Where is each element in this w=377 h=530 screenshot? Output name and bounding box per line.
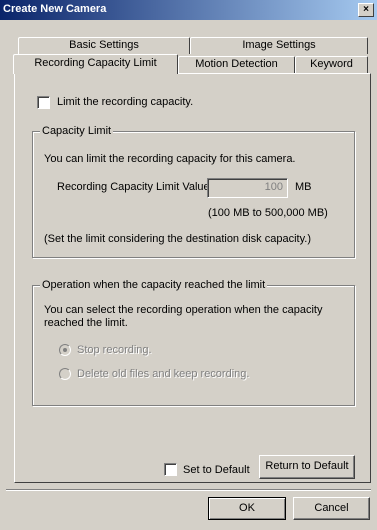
capacity-limit-group-title: Capacity Limit: [40, 125, 114, 137]
tab-keyword[interactable]: Keyword: [295, 56, 368, 73]
tab-label: Motion Detection: [195, 58, 278, 70]
limit-capacity-checkbox[interactable]: [37, 96, 50, 109]
close-icon: ×: [363, 4, 369, 15]
delete-old-files-label: Delete old files and keep recording.: [77, 368, 250, 380]
tab-image-settings[interactable]: Image Settings: [190, 37, 368, 54]
operation-description-line2: reached the limit.: [44, 317, 128, 329]
operation-group-title: Operation when the capacity reached the …: [40, 279, 268, 291]
tab-panel: Limit the recording capacity. Capacity L…: [14, 73, 371, 483]
tab-recording-capacity-limit[interactable]: Recording Capacity Limit: [13, 54, 178, 74]
tab-motion-detection[interactable]: Motion Detection: [178, 56, 295, 73]
limit-capacity-label: Limit the recording capacity.: [57, 96, 194, 108]
capacity-range: (100 MB to 500,000 MB): [208, 207, 328, 219]
radio-selected-dot: [63, 348, 67, 352]
capacity-value-label: Recording Capacity Limit Value: [57, 181, 210, 193]
set-to-default-checkbox[interactable]: [164, 463, 177, 476]
tab-label: Image Settings: [242, 39, 316, 51]
delete-old-files-radio[interactable]: [59, 368, 71, 380]
tab-label: Basic Settings: [69, 39, 139, 51]
window-title: Create New Camera: [3, 3, 107, 15]
return-to-default-button[interactable]: Return to Default: [259, 455, 355, 479]
capacity-description: You can limit the recording capacity for…: [44, 153, 296, 165]
capacity-limit-group: Capacity Limit You can limit the recordi…: [32, 125, 355, 258]
cancel-button[interactable]: Cancel: [293, 497, 370, 520]
tab-basic-settings[interactable]: Basic Settings: [18, 37, 190, 54]
capacity-note: (Set the limit considering the destinati…: [44, 233, 311, 245]
stop-recording-radio[interactable]: [59, 344, 71, 356]
capacity-unit: MB: [295, 181, 312, 193]
bottom-separator: [6, 489, 371, 491]
return-to-default-label: Return to Default: [265, 460, 349, 472]
stop-recording-label: Stop recording.: [77, 344, 152, 356]
operation-group: Operation when the capacity reached the …: [32, 279, 355, 406]
ok-button[interactable]: OK: [208, 497, 286, 520]
ok-label: OK: [239, 502, 255, 514]
close-button[interactable]: ×: [358, 3, 374, 17]
tab-label: Recording Capacity Limit: [34, 57, 157, 69]
tab-label: Keyword: [310, 58, 353, 70]
operation-description-line1: You can select the recording operation w…: [44, 304, 323, 316]
cancel-label: Cancel: [314, 502, 349, 514]
capacity-value-input[interactable]: 100: [207, 178, 288, 198]
set-to-default-label: Set to Default: [183, 464, 250, 476]
title-bar: Create New Camera ×: [0, 0, 377, 20]
